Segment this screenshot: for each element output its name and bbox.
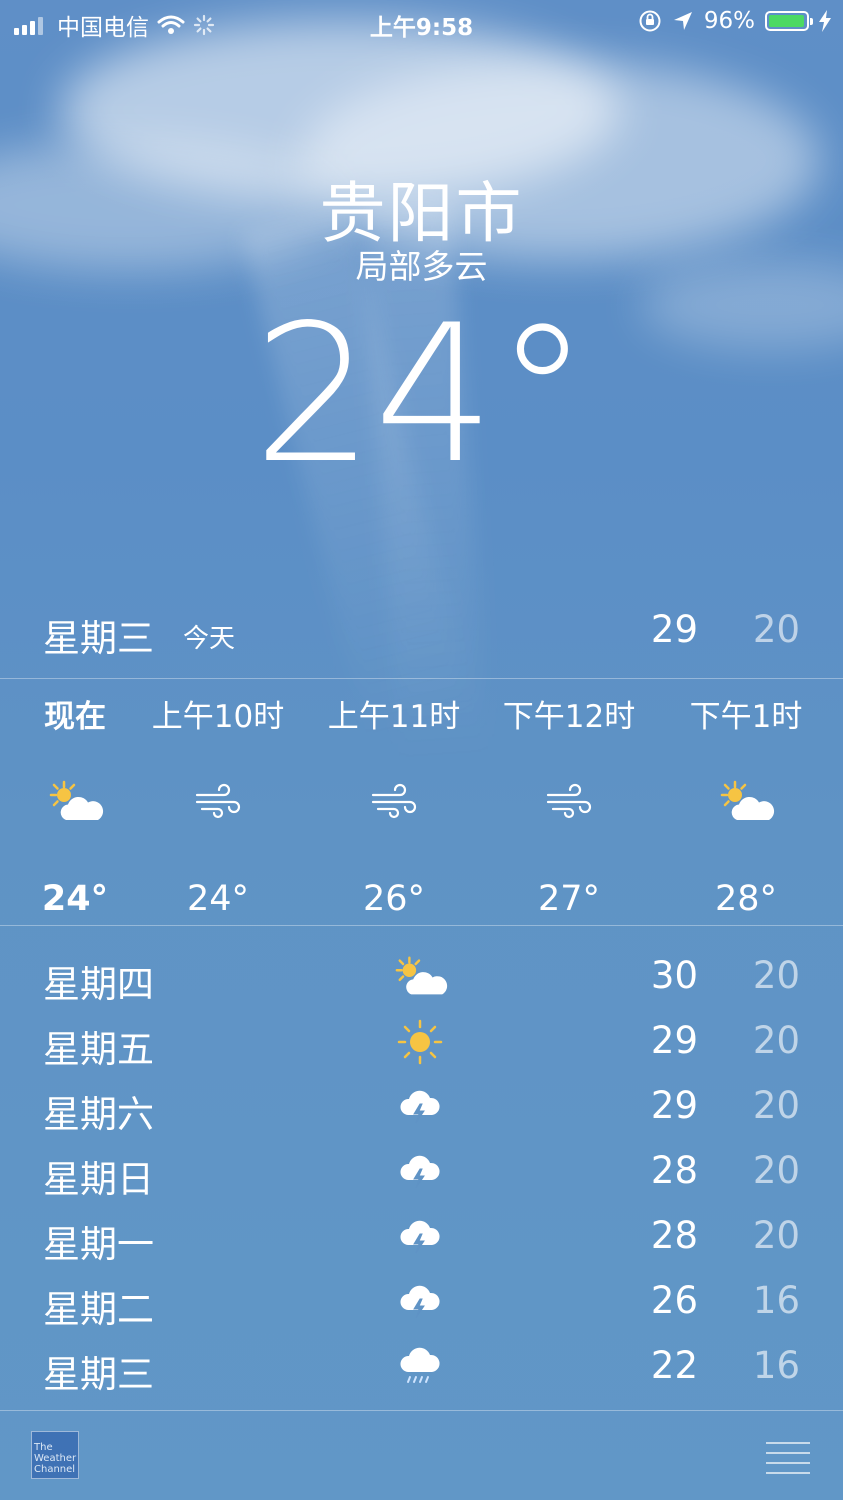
- daily-low: 16: [752, 1279, 800, 1322]
- thunderstorm-icon: [392, 1147, 448, 1197]
- today-tag: 今天: [183, 624, 236, 654]
- daily-row: 星期一 28 20: [0, 1206, 843, 1266]
- daily-high: 22: [650, 1344, 698, 1387]
- today-day: 星期三: [43, 617, 154, 660]
- footer-bar: The Weather Channel: [0, 1412, 843, 1500]
- daily-day: 星期六: [43, 1093, 154, 1136]
- daily-low: 20: [752, 1149, 800, 1192]
- daily-row: 星期六 29 20: [0, 1076, 843, 1136]
- divider-bottom: [0, 1410, 843, 1411]
- daily-high: 28: [650, 1149, 698, 1192]
- thunderstorm-icon: [392, 1277, 448, 1327]
- daily-low: 20: [752, 1019, 800, 1062]
- wind-icon: [138, 767, 298, 837]
- daily-high: 28: [650, 1214, 698, 1257]
- battery-icon: [765, 11, 813, 31]
- daily-day: 星期三: [43, 1353, 154, 1396]
- sun-icon: [392, 1017, 448, 1067]
- thunderstorm-icon: [392, 1082, 448, 1132]
- battery-level-fill: [769, 15, 804, 27]
- daily-row: 星期三 22 16: [0, 1336, 843, 1396]
- daily-row: 星期五 29 20: [0, 1011, 843, 1071]
- list-menu-icon[interactable]: [766, 1442, 810, 1482]
- hour-temp: 24°: [41, 879, 109, 919]
- thunderstorm-icon: [392, 1212, 448, 1262]
- weather-channel-logo[interactable]: The Weather Channel: [31, 1431, 79, 1479]
- status-right: 96%: [638, 8, 831, 34]
- charging-bolt-icon: [819, 10, 831, 32]
- daily-low: 20: [752, 954, 800, 997]
- current-condition: 局部多云: [355, 247, 488, 286]
- daily-day: 星期二: [43, 1288, 154, 1331]
- hour-label: 上午10时: [151, 699, 285, 735]
- partly-sunny-icon: [0, 767, 155, 837]
- daily-row: 星期日 28 20: [0, 1141, 843, 1201]
- hourly-item: 下午1时 28°: [666, 695, 826, 919]
- hour-temp: 27°: [537, 879, 601, 919]
- today-low: 20: [752, 608, 800, 651]
- partly-sunny-icon: [392, 952, 448, 1002]
- daily-day: 星期五: [43, 1028, 154, 1071]
- daily-low: 20: [752, 1084, 800, 1127]
- orientation-lock-icon: [639, 10, 661, 32]
- daily-high: 29: [650, 1019, 698, 1062]
- daily-row: 星期四 30 20: [0, 946, 843, 1006]
- rain-icon: [392, 1342, 448, 1392]
- hour-label: 下午1时: [689, 699, 803, 735]
- battery-percent: 96%: [703, 8, 755, 34]
- hour-temp: 24°: [186, 879, 250, 919]
- status-bar: 中国电信 上午9:58 96%: [0, 0, 843, 44]
- logo-line: Weather: [34, 1453, 77, 1464]
- hour-temp: 26°: [362, 879, 426, 919]
- hourly-item: 现在 24°: [0, 695, 155, 919]
- wind-icon: [314, 767, 474, 837]
- daily-low: 20: [752, 1214, 800, 1257]
- daily-row: 星期二 26 16: [0, 1271, 843, 1331]
- daily-high: 29: [650, 1084, 698, 1127]
- daily-low: 16: [752, 1344, 800, 1387]
- hourly-item: 下午12时 27°: [489, 695, 649, 919]
- daily-high: 30: [650, 954, 698, 997]
- current-temperature-value: 24°: [253, 284, 590, 505]
- divider-top: [0, 678, 843, 679]
- daily-high: 26: [650, 1279, 698, 1322]
- daily-day: 星期日: [43, 1158, 154, 1201]
- hour-label: 现在: [44, 699, 106, 735]
- divider-middle: [0, 925, 843, 926]
- logo-line: The: [34, 1442, 53, 1453]
- daily-day: 星期一: [43, 1223, 154, 1266]
- hour-label: 上午11时: [327, 699, 461, 735]
- current-temperature: 24°: [0, 300, 843, 490]
- daily-day: 星期四: [43, 963, 154, 1006]
- today-row: 星期三 今天 29 20: [0, 604, 843, 660]
- hourly-item: 上午11时 26°: [314, 695, 474, 919]
- today-high: 29: [650, 608, 698, 651]
- partly-sunny-icon: [666, 767, 826, 837]
- hourly-item: 上午10时 24°: [138, 695, 298, 919]
- hour-temp: 28°: [714, 879, 778, 919]
- location-arrow-icon: [673, 12, 692, 30]
- logo-line: Channel: [34, 1464, 76, 1475]
- hour-label: 下午12时: [502, 699, 636, 735]
- wind-icon: [489, 767, 649, 837]
